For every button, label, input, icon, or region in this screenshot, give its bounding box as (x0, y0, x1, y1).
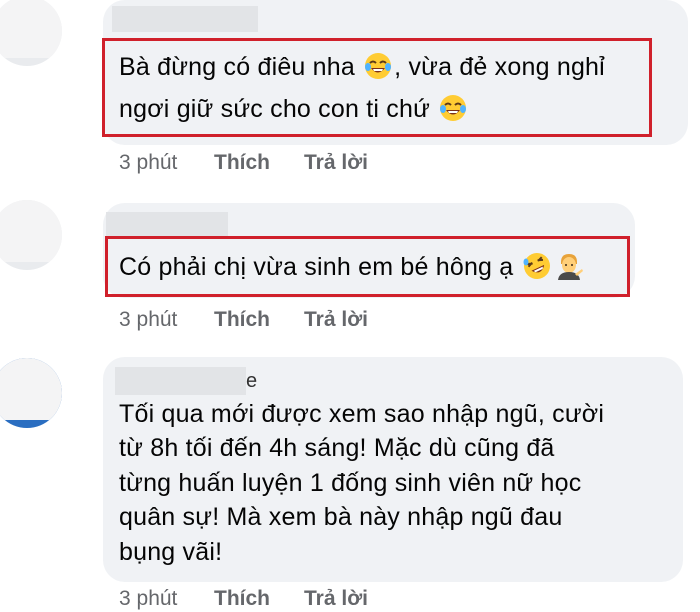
comment-text: Có phải chị vừa sinh em bé hông ạ (119, 249, 585, 285)
commenter-name-redacted (115, 367, 246, 395)
commenter-name-tail: e (246, 370, 258, 392)
reply-button[interactable]: Trả lời (304, 151, 368, 175)
like-button[interactable]: Thích (214, 308, 304, 332)
comment-text-part: Bà đừng có điêu nha (119, 53, 355, 81)
comment-text-line: Tối qua mới được xem sao nhập ngũ, cười (119, 400, 605, 428)
tears-of-joy-emoji (440, 95, 467, 121)
comment-actions: 3 phút Thích Trả lời (119, 308, 368, 332)
comment-text-line: quân sự! Mà xem bà này nhập ngũ đau (119, 503, 563, 531)
rolling-on-floor-laughing-emoji (523, 253, 550, 279)
commenter-avatar[interactable] (0, 358, 62, 428)
comment-time: 3 phút (119, 151, 178, 174)
person-tipping-hand-emoji (557, 254, 583, 280)
comment-text: Bà đừng có điêu nha , vừa đẻ xong nghỉ (119, 49, 605, 85)
comment-time: 3 phút (119, 587, 178, 610)
commenter-avatar[interactable] (0, 200, 62, 270)
comment-text-line: từ 8h tối đến 4h sáng! Mặc dù cũng đã (119, 434, 555, 462)
comment-actions: 3 phút Thích Trả lời (119, 151, 368, 175)
comment-text-part: Có phải chị vừa sinh em bé hông ạ (119, 253, 514, 281)
commenter-name-redacted (112, 6, 258, 32)
comment-text-line: bụng vãi! (119, 538, 223, 566)
like-button[interactable]: Thích (214, 151, 304, 175)
commenter-name-redacted (106, 212, 228, 236)
comment-text-line: từng huấn luyện 1 đống sinh viên nữ học (119, 469, 582, 497)
comment-text-line: ngơi giữ sức cho con ti chứ (119, 91, 469, 127)
comment-text-part: , vừa đẻ xong nghỉ (394, 53, 605, 81)
comment-text-part: ngơi giữ sức cho con ti chứ (119, 95, 431, 123)
reply-button[interactable]: Trả lời (304, 308, 368, 332)
like-button[interactable]: Thích (214, 587, 304, 611)
comment-time: 3 phút (119, 308, 178, 331)
tears-of-joy-emoji (365, 53, 392, 79)
reply-button[interactable]: Trả lời (304, 587, 368, 611)
commenter-avatar[interactable] (0, 0, 62, 66)
comment-actions: 3 phút Thích Trả lời (119, 587, 368, 611)
